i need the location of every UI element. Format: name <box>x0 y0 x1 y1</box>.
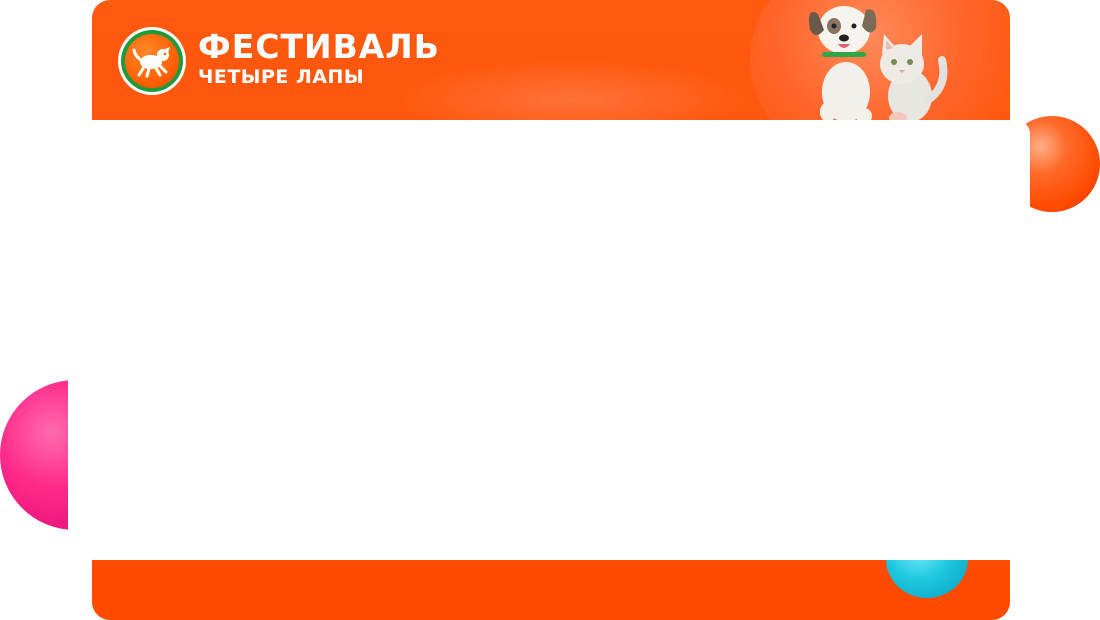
dog-icon <box>809 6 877 124</box>
page-stage: ФЕСТИВАЛЬ ЧЕТЫРЕ ЛАПЫ <box>0 0 1100 620</box>
running-dog-logo-icon <box>132 47 170 78</box>
dog-and-cat-illustration <box>809 6 948 124</box>
festival-logo[interactable] <box>118 27 186 95</box>
brand-text: ФЕСТИВАЛЬ ЧЕТЫРЕ ЛАПЫ <box>198 30 440 87</box>
logo-inner <box>125 34 179 88</box>
content-panel <box>68 120 1030 560</box>
logo-ring <box>121 30 183 92</box>
cat-icon <box>880 34 948 124</box>
brand-title: ФЕСТИВАЛЬ <box>198 27 440 66</box>
brand-subtitle: ЧЕТЫРЕ ЛАПЫ <box>198 66 365 88</box>
